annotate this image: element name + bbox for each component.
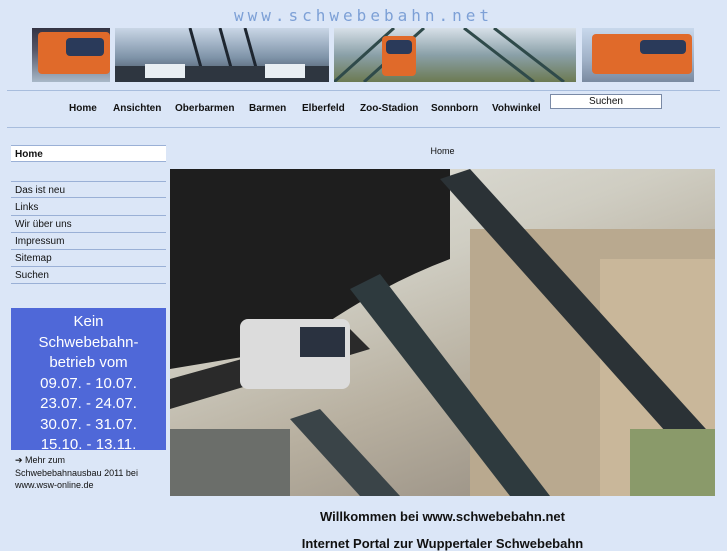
hero-photo-schwebebahn — [170, 169, 715, 496]
nav-item-sonnborn[interactable]: Sonnborn — [431, 103, 478, 114]
notice-line: betrieb vom — [49, 354, 128, 371]
banner-photo-station — [115, 28, 329, 82]
nav-item-oberbarmen[interactable]: Oberbarmen — [175, 103, 234, 114]
notice-line: 23.07. - 24.07. — [40, 395, 137, 412]
service-notice: Kein Schwebebahn- betrieb vom 09.07. - 1… — [11, 308, 166, 453]
notice-line: 09.07. - 10.07. — [40, 374, 137, 392]
sidebar-item-suchen[interactable]: Suchen — [11, 267, 166, 284]
nav-item-home[interactable]: Home — [69, 103, 97, 114]
banner-photo-train-1 — [32, 28, 110, 82]
main-navigation: Home Ansichten Oberbarmen Barmen Elberfe… — [7, 90, 720, 128]
nav-item-barmen[interactable]: Barmen — [249, 103, 286, 114]
welcome-heading: Willkommen bei www.schwebebahn.net — [319, 509, 565, 524]
notice-line: Schwebebahn- — [38, 333, 139, 351]
more-info-link[interactable]: ➔ Mehr zum Schwebebahnausbau 2011 bei ww… — [15, 454, 165, 492]
notice-line: Kein — [73, 313, 104, 330]
sidebar-item-sitemap[interactable]: Sitemap — [11, 250, 166, 267]
nav-item-ansichten[interactable]: Ansichten — [113, 103, 161, 114]
more-info-line: ➔ Mehr zum — [15, 455, 66, 465]
more-info-line: Schwebebahnausbau 2011 bei — [15, 467, 138, 478]
sidebar-item-links[interactable]: Links — [11, 199, 166, 216]
sidebar-item-das-ist-neu[interactable]: Das ist neu — [11, 181, 166, 198]
notice-line: 15.10. - 13.11. — [40, 436, 137, 453]
portal-subheading: Internet Portal zur Wuppertaler Schwebeb… — [301, 536, 584, 551]
breadcrumb: Home — [430, 146, 455, 156]
sidebar-item-impressum[interactable]: Impressum — [11, 233, 166, 250]
search-button[interactable]: Suchen — [550, 94, 662, 109]
site-title: www.schwebebahn.net — [233, 6, 494, 25]
sidebar-item-home[interactable]: Home — [11, 145, 166, 162]
banner-photo-train-3 — [582, 28, 694, 82]
banner-photo-train-2 — [334, 28, 576, 82]
nav-item-zoo-stadion[interactable]: Zoo-Stadion — [360, 103, 418, 114]
nav-item-elberfeld[interactable]: Elberfeld — [302, 103, 345, 114]
sidebar-item-wir-ueber-uns[interactable]: Wir über uns — [11, 216, 166, 233]
more-info-url: www.wsw-online.de — [15, 480, 94, 490]
nav-item-vohwinkel[interactable]: Vohwinkel — [492, 103, 541, 114]
notice-line: 30.07. - 31.07. — [40, 415, 137, 433]
